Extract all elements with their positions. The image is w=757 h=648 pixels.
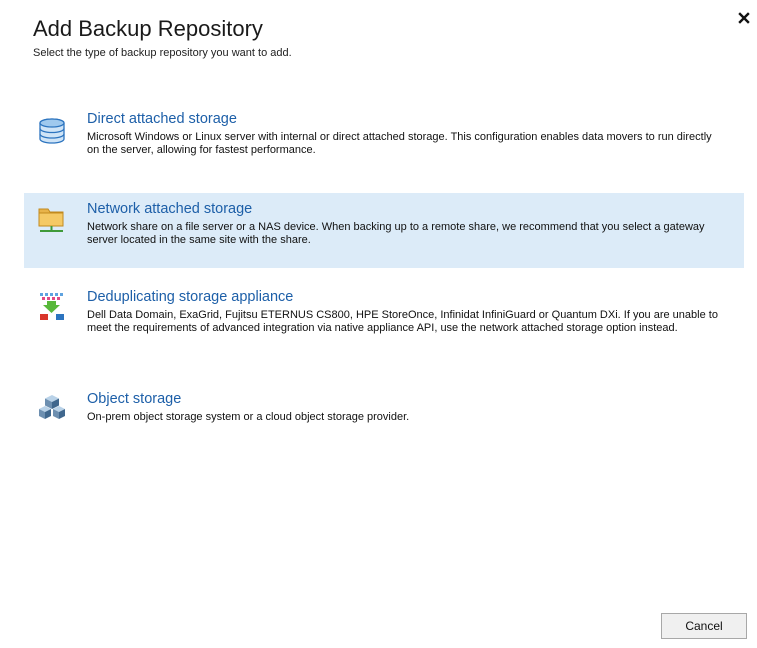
option-deduplicating-storage-appliance[interactable]: Deduplicating storage appliance Dell Dat… bbox=[24, 288, 744, 363]
option-direct-attached-storage[interactable]: Direct attached storage Microsoft Window… bbox=[24, 110, 744, 172]
option-description: Microsoft Windows or Linux server with i… bbox=[87, 131, 712, 156]
dedup-appliance-icon bbox=[37, 291, 67, 321]
option-title: Object storage bbox=[87, 391, 182, 407]
option-description: On-prem object storage system or a cloud… bbox=[87, 411, 410, 423]
option-description: Network share on a file server or a NAS … bbox=[87, 221, 705, 246]
page-subtitle: Select the type of backup repository you… bbox=[33, 47, 292, 59]
option-title: Deduplicating storage appliance bbox=[87, 289, 294, 305]
option-title: Network attached storage bbox=[87, 201, 253, 217]
option-description: Dell Data Domain, ExaGrid, Fujitsu ETERN… bbox=[87, 309, 718, 334]
close-icon[interactable] bbox=[737, 11, 751, 25]
option-title: Direct attached storage bbox=[87, 111, 237, 127]
cancel-button[interactable]: Cancel bbox=[661, 613, 747, 639]
option-object-storage[interactable]: Object storage On-prem object storage sy… bbox=[24, 390, 744, 440]
page-title: Add Backup Repository bbox=[33, 16, 263, 41]
option-network-attached-storage[interactable]: Network attached storage Network share o… bbox=[24, 193, 744, 268]
object-storage-cubes-icon bbox=[37, 393, 67, 423]
network-folder-icon bbox=[37, 204, 67, 234]
database-icon bbox=[37, 116, 67, 146]
